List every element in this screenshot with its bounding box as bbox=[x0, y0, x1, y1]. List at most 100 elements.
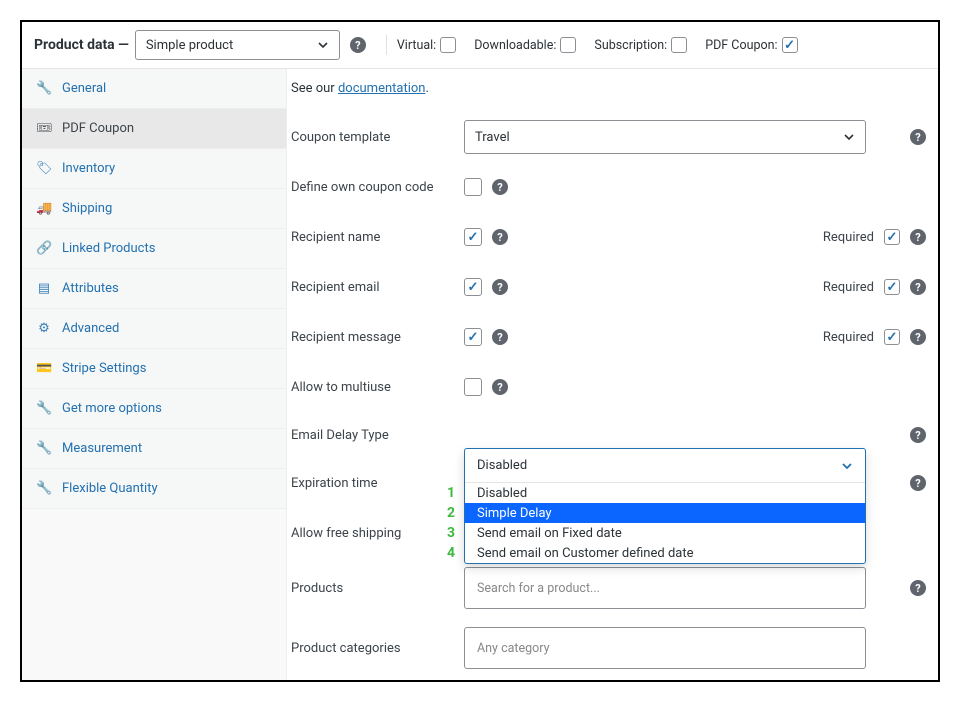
sidebar-item-general[interactable]: 🔧 General bbox=[22, 69, 286, 109]
downloadable-checkbox[interactable] bbox=[560, 37, 576, 53]
sidebar-item-label: Get more options bbox=[62, 401, 162, 416]
help-icon[interactable]: ? bbox=[492, 179, 508, 195]
annotation-number: 3 bbox=[447, 525, 455, 541]
dropdown-option-disabled[interactable]: 1 Disabled bbox=[465, 483, 865, 503]
help-icon[interactable]: ? bbox=[492, 329, 508, 345]
product-type-select[interactable]: Simple product bbox=[135, 30, 340, 60]
recipient-name-required-checkbox[interactable] bbox=[884, 229, 900, 245]
sidebar-item-advanced[interactable]: ⚙ Advanced bbox=[22, 309, 286, 349]
sidebar-item-measurement[interactable]: 🔧 Measurement bbox=[22, 429, 286, 469]
option-label: Simple Delay bbox=[477, 506, 552, 521]
own-code-checkbox[interactable] bbox=[464, 178, 482, 196]
sidebar-item-label: PDF Coupon bbox=[62, 121, 134, 136]
truck-icon: 🚚 bbox=[36, 201, 52, 216]
chevron-down-icon bbox=[841, 460, 853, 472]
sidebar-item-label: Stripe Settings bbox=[62, 361, 146, 376]
pdf-coupon-checkbox[interactable] bbox=[782, 37, 798, 53]
help-icon[interactable]: ? bbox=[910, 580, 926, 596]
downloadable-label: Downloadable: bbox=[474, 38, 556, 53]
recipient-message-required-checkbox[interactable] bbox=[884, 329, 900, 345]
sidebar-item-label: General bbox=[62, 81, 106, 96]
row-categories: Product categories Any category bbox=[287, 618, 938, 678]
content-area: See our documentation. Coupon template T… bbox=[287, 69, 938, 682]
row-recipient-email: Recipient email ? Required ? bbox=[287, 262, 938, 312]
recipient-name-checkbox[interactable] bbox=[464, 228, 482, 246]
link-icon: 🔗 bbox=[36, 241, 52, 256]
sidebar-item-label: Attributes bbox=[62, 281, 119, 296]
subscription-option: Subscription: bbox=[594, 37, 687, 53]
virtual-label: Virtual: bbox=[397, 38, 436, 53]
chevron-down-icon bbox=[317, 39, 329, 51]
row-multiuse: Allow to multiuse ? bbox=[287, 362, 938, 412]
subscription-label: Subscription: bbox=[594, 38, 667, 53]
sidebar-item-pdf-coupon[interactable]: 🎟 PDF Coupon bbox=[22, 109, 286, 149]
required-label: Required bbox=[823, 230, 874, 245]
recipient-name-label: Recipient name bbox=[291, 230, 464, 245]
row-recipient-name: Recipient name ? Required ? bbox=[287, 212, 938, 262]
help-icon[interactable]: ? bbox=[910, 129, 926, 145]
documentation-link[interactable]: documentation bbox=[338, 81, 426, 96]
row-recipient-message: Recipient message ? Required ? bbox=[287, 312, 938, 362]
wrench-icon: 🔧 bbox=[36, 481, 52, 496]
recipient-message-checkbox[interactable] bbox=[464, 328, 482, 346]
recipient-email-required-checkbox[interactable] bbox=[884, 279, 900, 295]
categories-input[interactable]: Any category bbox=[464, 627, 866, 669]
option-label: Send email on Customer defined date bbox=[477, 546, 694, 561]
categories-placeholder: Any category bbox=[477, 641, 550, 656]
help-icon[interactable]: ? bbox=[350, 37, 366, 53]
products-placeholder: Search for a product... bbox=[477, 581, 600, 596]
sidebar-item-inventory[interactable]: 🏷 Inventory bbox=[22, 149, 286, 189]
multiuse-checkbox[interactable] bbox=[464, 378, 482, 396]
product-type-value: Simple product bbox=[146, 38, 233, 53]
coupon-template-select[interactable]: Travel bbox=[464, 120, 866, 154]
help-icon[interactable]: ? bbox=[910, 229, 926, 245]
products-label: Products bbox=[291, 581, 464, 596]
dropdown-option-customer-date[interactable]: 4 Send email on Customer defined date bbox=[465, 543, 865, 563]
email-delay-select[interactable]: Disabled bbox=[465, 449, 865, 483]
annotation-number: 1 bbox=[447, 485, 455, 501]
sidebar-item-label: Flexible Quantity bbox=[62, 481, 158, 496]
coupon-template-label: Coupon template bbox=[291, 130, 464, 145]
doc-suffix: . bbox=[425, 81, 428, 96]
recipient-email-checkbox[interactable] bbox=[464, 278, 482, 296]
sidebar-item-linked-products[interactable]: 🔗 Linked Products bbox=[22, 229, 286, 269]
help-icon[interactable]: ? bbox=[910, 329, 926, 345]
option-label: Send email on Fixed date bbox=[477, 526, 622, 541]
sidebar-item-flexible-quantity[interactable]: 🔧 Flexible Quantity bbox=[22, 469, 286, 509]
subscription-checkbox[interactable] bbox=[671, 37, 687, 53]
email-delay-dropdown[interactable]: Disabled 1 Disabled 2 Simple Delay 3 Sen… bbox=[464, 448, 866, 564]
dropdown-option-simple-delay[interactable]: 2 Simple Delay bbox=[465, 503, 865, 523]
sidebar-item-shipping[interactable]: 🚚 Shipping bbox=[22, 189, 286, 229]
doc-prefix: See our bbox=[291, 81, 338, 96]
sidebar-item-label: Advanced bbox=[62, 321, 119, 336]
sidebar-item-label: Linked Products bbox=[62, 241, 155, 256]
pdf-coupon-option: PDF Coupon: bbox=[705, 37, 797, 53]
help-icon[interactable]: ? bbox=[492, 279, 508, 295]
help-icon[interactable]: ? bbox=[492, 379, 508, 395]
help-icon[interactable]: ? bbox=[910, 475, 926, 491]
help-icon[interactable]: ? bbox=[910, 427, 926, 443]
wrench-icon: 🔧 bbox=[36, 441, 52, 456]
panel-header: Product data — Simple product ? Virtual:… bbox=[22, 22, 938, 69]
wrench-icon: 🔧 bbox=[36, 401, 52, 416]
categories-label: Product categories bbox=[291, 641, 464, 656]
sidebar: 🔧 General 🎟 PDF Coupon 🏷 Inventory 🚚 Shi… bbox=[22, 69, 287, 682]
recipient-message-label: Recipient message bbox=[291, 330, 464, 345]
help-icon[interactable]: ? bbox=[492, 229, 508, 245]
virtual-checkbox[interactable] bbox=[440, 37, 456, 53]
sidebar-item-stripe-settings[interactable]: 💳 Stripe Settings bbox=[22, 349, 286, 389]
product-data-panel: Product data — Simple product ? Virtual:… bbox=[20, 20, 940, 682]
row-products: Products Search for a product... ? bbox=[287, 558, 938, 618]
help-icon[interactable]: ? bbox=[910, 279, 926, 295]
sidebar-item-attributes[interactable]: ▤ Attributes bbox=[22, 269, 286, 309]
annotation-number: 4 bbox=[447, 545, 455, 561]
required-label: Required bbox=[823, 280, 874, 295]
dropdown-option-fixed-date[interactable]: 3 Send email on Fixed date bbox=[465, 523, 865, 543]
sidebar-item-get-more-options[interactable]: 🔧 Get more options bbox=[22, 389, 286, 429]
wrench-icon: 🔧 bbox=[36, 81, 52, 96]
box-icon: 🏷 bbox=[36, 161, 52, 176]
ticket-icon: 🎟 bbox=[36, 121, 52, 136]
panel-title: Product data — bbox=[34, 37, 129, 53]
row-own-code: Define own coupon code ? bbox=[287, 162, 938, 212]
products-search-input[interactable]: Search for a product... bbox=[464, 567, 866, 609]
